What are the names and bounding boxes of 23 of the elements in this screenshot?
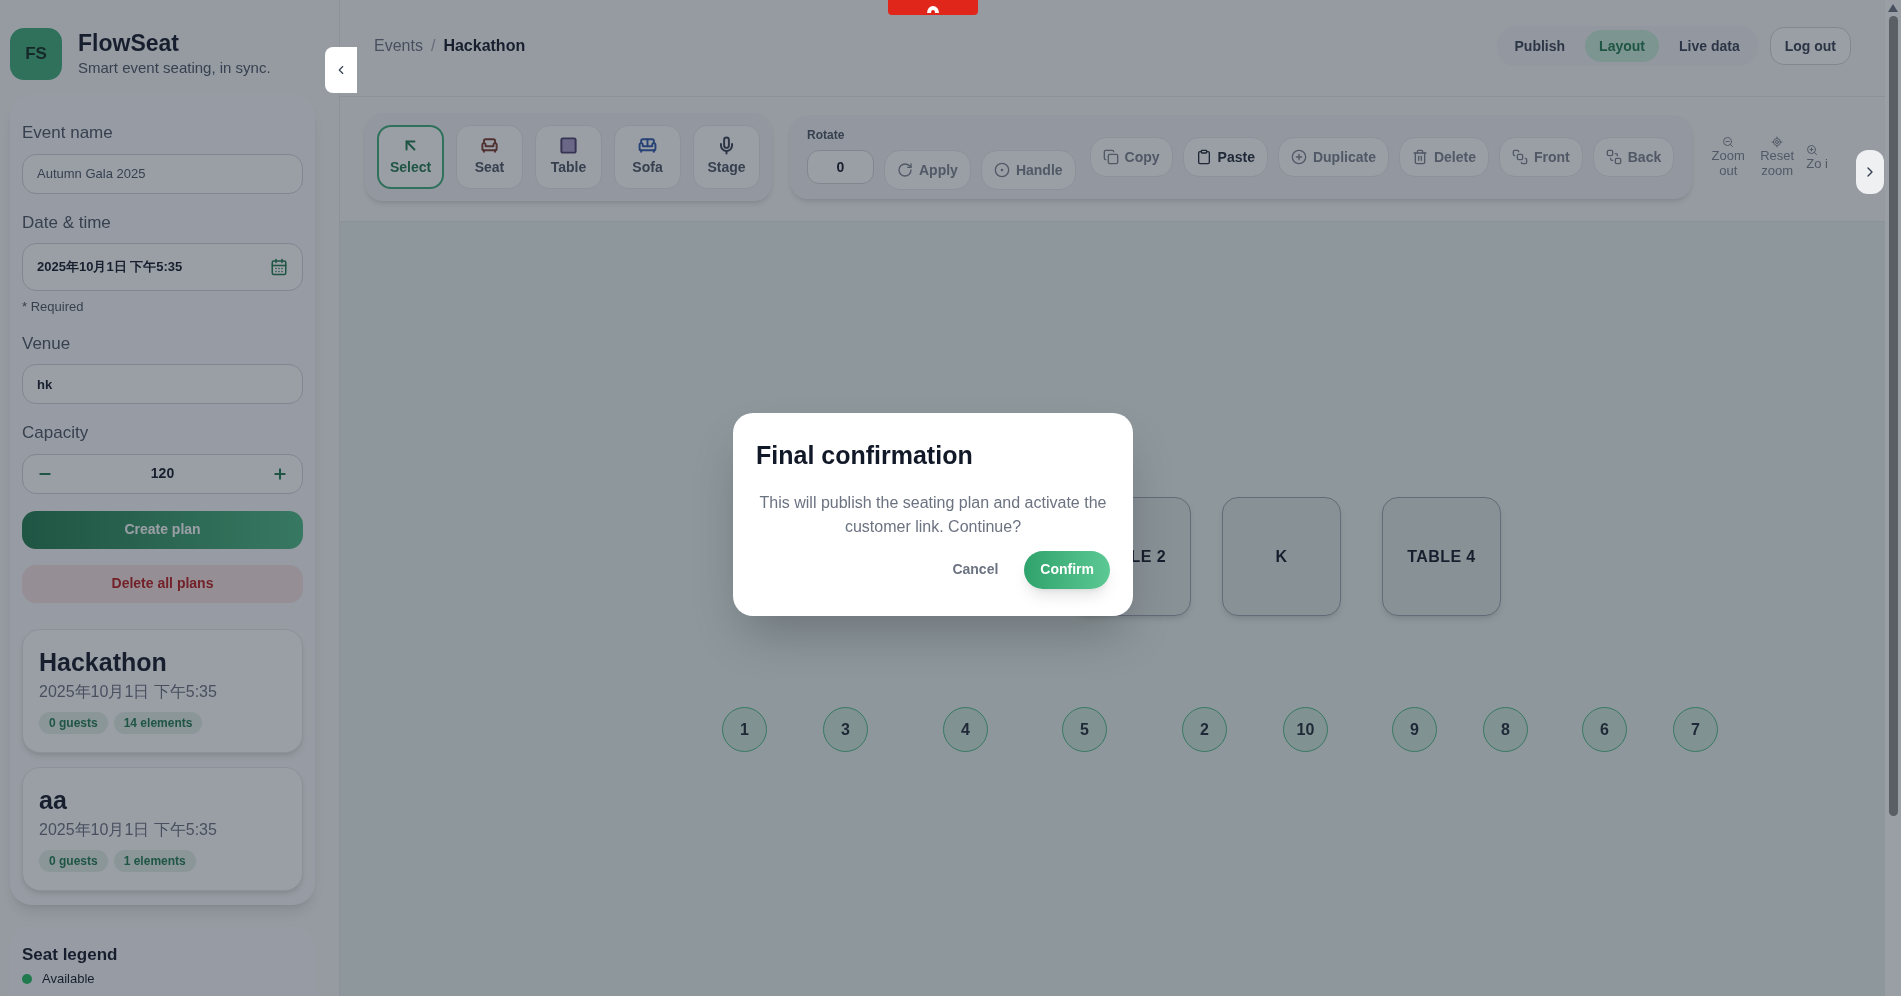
rotate-label: Rotate	[807, 127, 846, 144]
breadcrumb-current: Hackathon	[443, 36, 526, 56]
count-badge: 14 elements	[113, 711, 203, 734]
dialog-message: This will publish the seating plan and activate the customer link. Continue?	[758, 492, 1108, 537]
legend-title: Seat legend	[22, 944, 119, 965]
plan-date: 2025年10月1日 下午5:35	[39, 819, 218, 840]
count-badge: 1 elements	[113, 849, 196, 872]
required-note: * Required	[22, 298, 85, 316]
app-logo: FS	[10, 28, 62, 80]
breadcrumb-separator: /	[430, 36, 436, 56]
field-label: Event name	[22, 122, 114, 144]
dialog-title: Final confirmation	[756, 440, 974, 471]
plan-title: Hackathon	[39, 647, 168, 676]
field-label: Capacity	[22, 422, 90, 444]
app-tagline: Smart event seating, in sync.	[78, 57, 271, 78]
count-badge: 0 guests	[39, 711, 108, 734]
legend-label: Available	[42, 970, 95, 987]
app-name: FlowSeat	[78, 28, 180, 57]
plan-title: aa	[39, 785, 68, 814]
plan-date: 2025年10月1日 下午5:35	[39, 681, 218, 702]
field-label: Venue	[22, 332, 72, 355]
count-badge: 0 guests	[39, 849, 108, 872]
field-label: Date & time	[22, 211, 112, 234]
